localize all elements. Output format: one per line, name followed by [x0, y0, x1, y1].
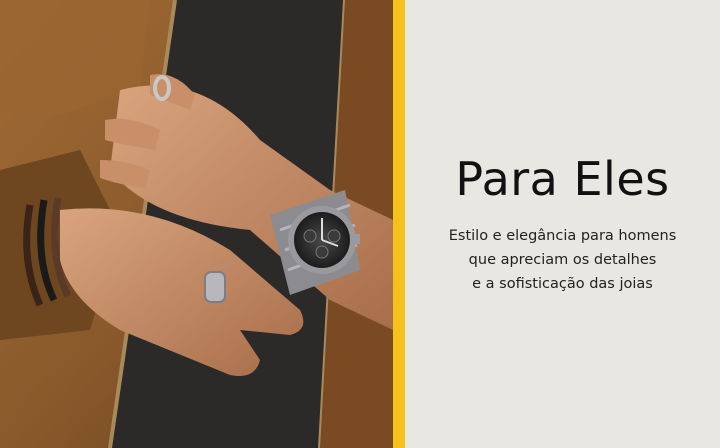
subtitle-line: Estilo e elegância para homens	[448, 228, 677, 244]
para-eles-banner[interactable]: Para Eles Estilo e elegância para homens…	[0, 0, 720, 448]
subtitle-line: que apreciam os detalhes	[468, 252, 657, 268]
banner-subtitle: Estilo e elegância para homens que aprec…	[449, 224, 677, 296]
subtitle-line: e a sofisticação das joias	[472, 276, 653, 292]
product-photo	[0, 0, 393, 448]
banner-title: Para Eles	[455, 152, 670, 206]
text-panel: Para Eles Estilo e elegância para homens…	[405, 0, 720, 448]
accent-stripe	[393, 0, 405, 448]
